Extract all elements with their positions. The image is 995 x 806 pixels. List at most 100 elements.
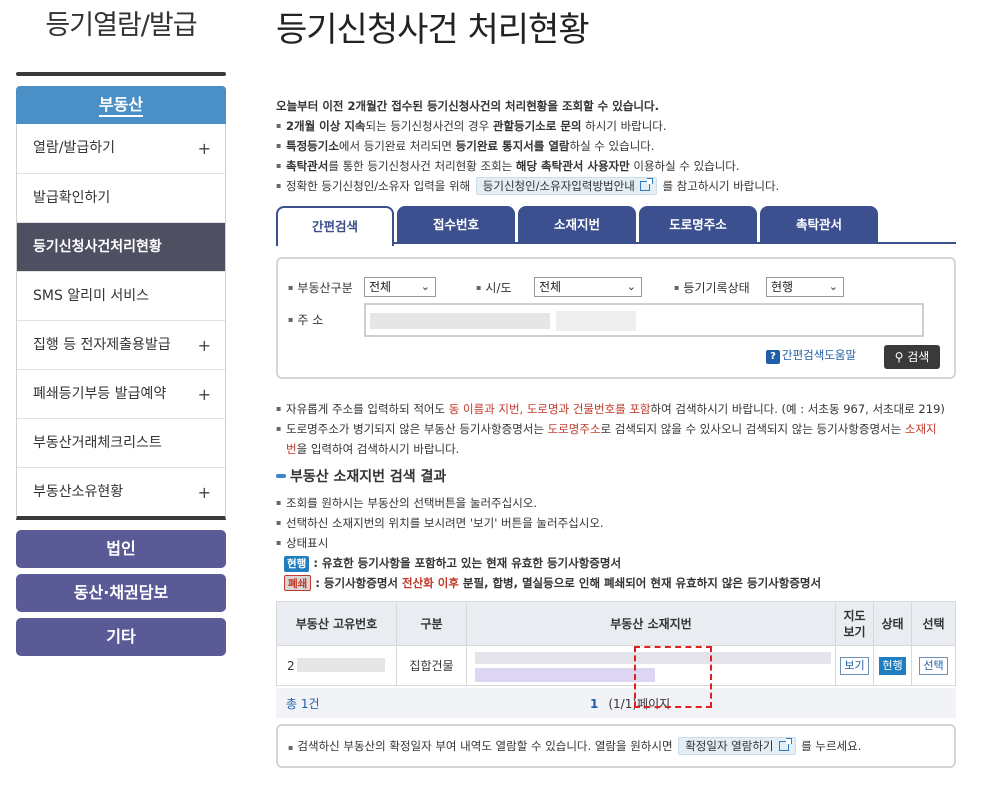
- table-header-row: 부동산 고유번호 구분 부동산 소재지번 지도 보기 상태 선택: [276, 601, 956, 646]
- sidebar: 등기열람/발급 부동산 열람/발급하기 + 발급확인하기 등기신청사건처리현황 S…: [16, 0, 226, 656]
- tab-receipt-number[interactable]: 접수번호: [397, 206, 515, 244]
- main-content: 등기신청사건 처리현황 오늘부터 이전 2개월간 접수된 등기신청사건의 처리현…: [276, 0, 956, 768]
- property-type-select[interactable]: 전체 ⌄: [364, 277, 436, 297]
- sidebar-item-label: SMS 알리미 서비스: [33, 288, 150, 304]
- sidebar-button-other[interactable]: 기타: [16, 618, 226, 656]
- result-title-text: 부동산 소재지번 검색 결과: [290, 469, 447, 485]
- note-line: 자유롭게 주소를 입력하되 적어도 동 이름과 지번, 도로명과 건물번호를 포…: [276, 399, 956, 419]
- result-table: 부동산 고유번호 구분 부동산 소재지번 지도 보기 상태 선택 2 집합건물 보…: [276, 601, 956, 686]
- sidebar-item-label: 부동산소유현황: [33, 484, 124, 500]
- note-text: 을 입력하여 검색하시기 바랍니다.: [296, 442, 460, 456]
- result-title: 부동산 소재지번 검색 결과: [276, 465, 956, 489]
- map-view-button[interactable]: 보기: [840, 656, 869, 675]
- search-icon: ⚲: [894, 350, 904, 364]
- page-number-link[interactable]: 1: [590, 697, 598, 711]
- sidebar-item-label: 부동산거래체크리스트: [33, 435, 162, 451]
- intro-text: 정확한 등기신청인/소유자 입력을 위해: [286, 179, 471, 193]
- sidebar-header-label: 부동산: [98, 95, 144, 117]
- property-type-value: 전체: [369, 280, 392, 294]
- chevron-down-icon: ⌄: [626, 280, 636, 293]
- sidebar-item-electronic-submission[interactable]: 집행 등 전자제출용발급 +: [17, 320, 225, 369]
- plus-icon[interactable]: +: [198, 321, 211, 370]
- tab-simple-search[interactable]: 간편검색: [276, 206, 394, 246]
- redacted-number: [297, 658, 385, 672]
- plus-icon[interactable]: +: [198, 124, 211, 173]
- address-label: 주 소: [288, 311, 323, 328]
- sidebar-item-label: 등기신청사건처리현황: [33, 239, 162, 255]
- note-text: 하여 검색하시기 바랍니다. (예 : 서초동 967, 서초대로 219): [650, 402, 945, 416]
- intro-emphasis: 특정등기소: [286, 139, 339, 153]
- tab-lot-address[interactable]: 소재지번: [518, 206, 636, 244]
- col-header-status: 상태: [873, 601, 912, 646]
- intro-line: 촉탁관서를 통한 등기신청사건 처리현황 조회는 해당 촉탁관서 사용자만 이용…: [276, 156, 956, 176]
- intro-emphasis: 등기완료 통지서를 열람: [455, 139, 570, 153]
- select-button[interactable]: 선택: [919, 656, 948, 675]
- sidebar-button-movable-collateral[interactable]: 동산·채권담보: [16, 574, 226, 612]
- intro-text: 를 통한 등기신청사건 처리현황 조회는: [328, 159, 516, 173]
- search-notes: 자유롭게 주소를 입력하되 적어도 동 이름과 지번, 도로명과 건물번호를 포…: [276, 399, 956, 459]
- sidebar-item-label: 발급확인하기: [33, 190, 111, 206]
- intro-lead: 오늘부터 이전 2개월간 접수된 등기신청사건의 처리현황을 조회할 수 있습니…: [276, 99, 659, 113]
- col-header-address: 부동산 소재지번: [466, 601, 836, 646]
- note-text: 도로명주소가 병기되지 않은 부동산 등기사항증명서는: [286, 422, 548, 436]
- total-count: 총 1건: [286, 697, 320, 711]
- cell-select: 선택: [911, 645, 956, 686]
- sidebar-item-label: 폐쇄등기부등 발급예약: [33, 386, 167, 402]
- cell-status: 현행: [873, 645, 912, 686]
- input-guide-link[interactable]: 등기신청인/소유자입력방법안내: [475, 177, 657, 195]
- tab-commissioning-office[interactable]: 촉탁관서: [760, 206, 878, 244]
- region-value: 전체: [539, 280, 562, 294]
- address-input[interactable]: [364, 303, 924, 337]
- chevron-down-icon: ⌄: [828, 280, 838, 293]
- input-guide-label: 등기신청인/소유자입력방법안내: [482, 179, 635, 193]
- sidebar-button-corporation[interactable]: 법인: [16, 530, 226, 568]
- sidebar-item-ownership-status[interactable]: 부동산소유현황 +: [17, 467, 225, 516]
- note-emphasis: 소재지: [904, 422, 937, 436]
- col-header-select: 선택: [911, 601, 956, 646]
- intro-text: 하실 수 있습니다.: [569, 139, 655, 153]
- property-type-label: 부동산구분: [288, 279, 352, 296]
- cell-unique-number: 2: [276, 645, 397, 686]
- simple-search-help-link[interactable]: ? 간편검색도움말: [766, 347, 856, 364]
- bullet-icon: ▪: [288, 743, 294, 752]
- fixed-date-text: 를 누르세요.: [801, 739, 862, 753]
- chevron-down-icon: ⌄: [420, 280, 430, 293]
- page-title: 등기신청사건 처리현황: [276, 10, 590, 50]
- region-select[interactable]: 전체 ⌄: [534, 277, 642, 297]
- col-header-map-line1: 지도: [843, 608, 866, 623]
- sidebar-item-transaction-checklist[interactable]: 부동산거래체크리스트: [17, 418, 225, 467]
- sidebar-divider: [16, 72, 226, 76]
- sidebar-item-sms-alert[interactable]: SMS 알리미 서비스: [17, 271, 225, 320]
- intro-line: 2개월 이상 지속되는 등기신청사건의 경우 관할등기소로 문의 하시기 바랍니…: [276, 116, 956, 136]
- search-button[interactable]: ⚲ 검색: [884, 345, 940, 369]
- status-badge: 현행: [879, 656, 906, 675]
- note-emphasis: 동 이름과 지번, 도로명과 건물번호를 포함: [448, 402, 651, 416]
- record-status-select[interactable]: 현행 ⌄: [766, 277, 844, 297]
- intro-emphasis: 2개월 이상 지속: [286, 119, 366, 133]
- intro-text: 에서 등기완료 처리되면: [338, 139, 456, 153]
- plus-icon[interactable]: +: [198, 370, 211, 419]
- status-legend-text: : 등기사항증명서: [311, 576, 402, 590]
- status-legend-emphasis: 전산화 이후: [402, 576, 459, 590]
- sidebar-header-realestate[interactable]: 부동산: [16, 86, 226, 124]
- tab-road-address[interactable]: 도로명주소: [639, 206, 757, 244]
- sidebar-menu: 열람/발급하기 + 발급확인하기 등기신청사건처리현황 SMS 알리미 서비스 집…: [16, 124, 226, 520]
- note-text: 자유롭게 주소를 입력하되 적어도: [286, 402, 449, 416]
- external-link-icon: [778, 738, 792, 751]
- section-marker: [276, 474, 286, 478]
- fixed-date-view-button[interactable]: 확정일자 열람하기: [678, 737, 796, 755]
- sidebar-item-case-status[interactable]: 등기신청사건처리현황: [17, 222, 225, 271]
- highlight-box: [634, 646, 712, 708]
- note-emphasis: 도로명주소: [547, 422, 601, 436]
- plus-icon[interactable]: +: [198, 468, 211, 517]
- fixed-date-notice: ▪ 검색하신 부동산의 확정일자 부여 내역도 열람할 수 있습니다. 열람을 원…: [276, 724, 956, 768]
- redacted-address: [370, 313, 550, 329]
- help-label: 간편검색도움말: [782, 348, 857, 362]
- result-note-line: 상태표시: [276, 533, 956, 553]
- sidebar-item-closed-registry-reservation[interactable]: 폐쇄등기부등 발급예약 +: [17, 369, 225, 418]
- sidebar-item-issue-check[interactable]: 발급확인하기: [17, 173, 225, 222]
- question-icon: ?: [766, 350, 780, 364]
- external-link-icon: [639, 178, 653, 191]
- sidebar-item-view-issue[interactable]: 열람/발급하기 +: [17, 124, 225, 173]
- result-note-line: 선택하신 소재지번의 위치를 보시려면 '보기' 버튼을 눌러주십시오.: [276, 513, 956, 533]
